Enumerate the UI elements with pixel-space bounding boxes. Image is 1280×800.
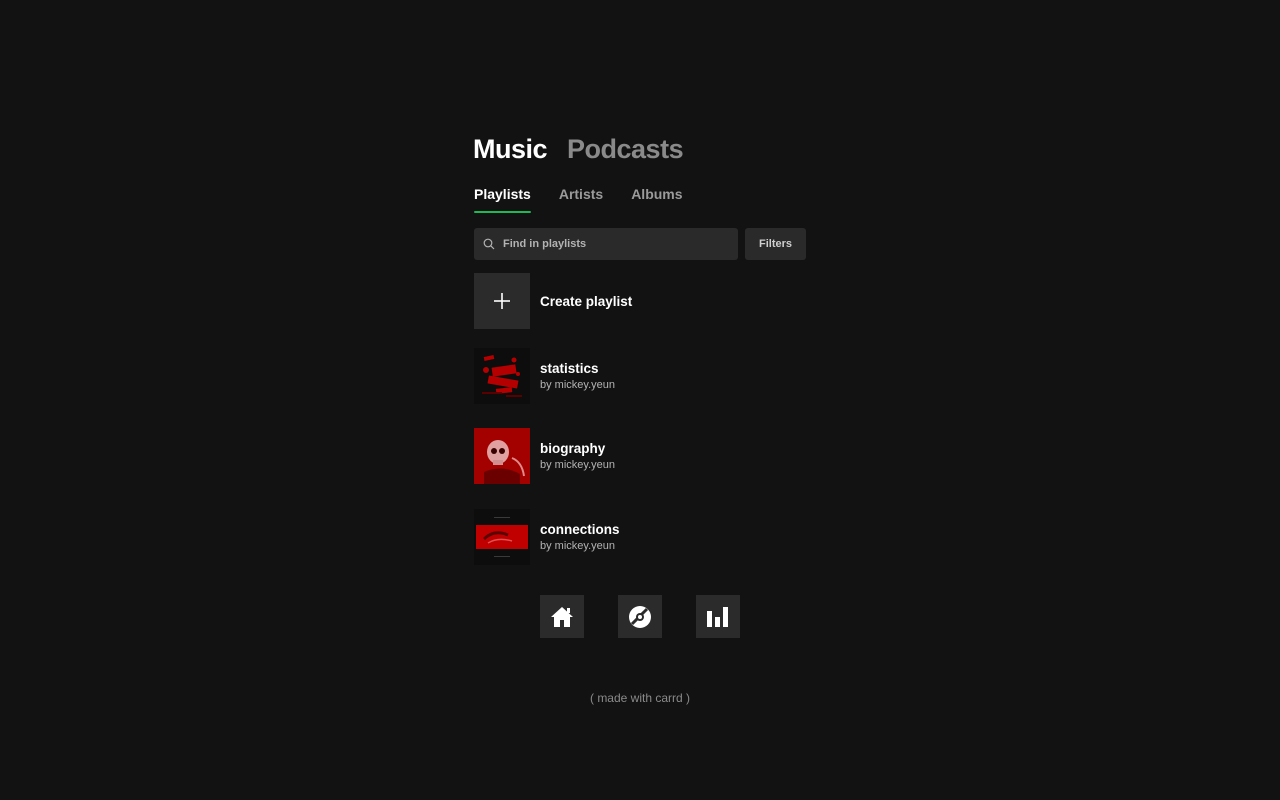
playlist-cover [474,509,530,565]
playlist-title: biography [540,441,606,456]
playlist-row-connections[interactable]: connections by mickey.yeun [474,509,620,565]
playlist-row-biography[interactable]: biography by mickey.yeun [474,428,615,484]
tab-artists[interactable]: Artists [559,186,603,213]
discover-button[interactable] [618,595,662,638]
main-tabs: Music Podcasts [473,134,684,165]
playlist-title: connections [540,522,620,537]
playlist-owner: by mickey.yeun [540,379,615,391]
create-playlist-row[interactable]: Create playlist [474,273,632,329]
search-box[interactable] [474,228,738,260]
disc-icon [629,605,651,628]
home-button[interactable] [540,595,584,638]
footer-credit[interactable]: ( made with carrd ) [0,691,1280,705]
playlist-cover [474,428,530,484]
chart-icon [707,606,728,627]
playlist-owner: by mickey.yeun [540,540,615,552]
tab-podcasts[interactable]: Podcasts [567,134,684,165]
sub-tabs: Playlists Artists Albums [474,186,683,213]
search-input[interactable] [503,238,723,250]
tab-albums[interactable]: Albums [631,186,682,213]
stats-button[interactable] [696,595,740,638]
search-icon [483,238,495,250]
playlist-row-statistics[interactable]: statistics by mickey.yeun [474,348,615,404]
playlist-title: statistics [540,361,599,376]
playlist-cover [474,348,530,404]
create-playlist-label: Create playlist [540,293,633,309]
home-icon [551,606,573,627]
tab-playlists[interactable]: Playlists [474,186,531,213]
create-playlist-tile[interactable] [474,273,530,329]
page: Music Podcasts Playlists Artists Albums … [0,0,1280,800]
playlist-owner: by mickey.yeun [540,459,615,471]
plus-icon [494,293,510,309]
filters-button[interactable]: Filters [745,228,806,260]
tab-music[interactable]: Music [473,134,548,165]
